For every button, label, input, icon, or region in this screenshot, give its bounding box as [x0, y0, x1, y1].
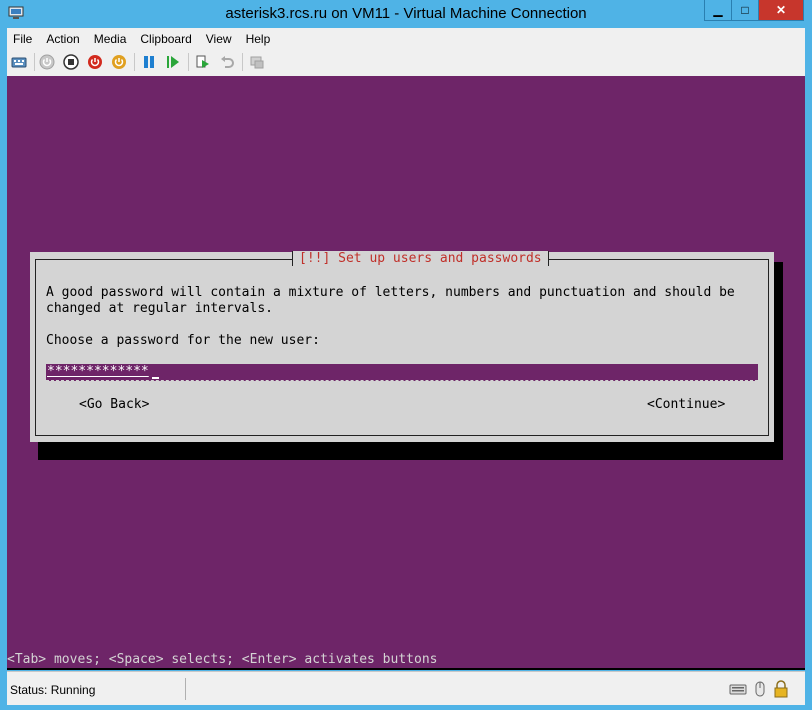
pause-button[interactable] [140, 53, 158, 71]
window-title: asterisk3.rcs.ru on VM11 - Virtual Machi… [225, 5, 587, 22]
menu-bar: File Action Media Clipboard View Help [7, 28, 805, 49]
shutdown-button[interactable] [86, 53, 104, 71]
revert-icon [221, 56, 234, 68]
pause-icon [144, 56, 154, 68]
mouse-status-icon [755, 681, 765, 697]
revert-button[interactable] [218, 53, 236, 71]
title-bar: asterisk3.rcs.ru on VM11 - Virtual Machi… [0, 0, 812, 28]
checkpoint-icon [196, 55, 209, 68]
menu-file[interactable]: File [7, 32, 40, 46]
vm-screen[interactable]: [!!] Set up users and passwords A good p… [7, 76, 805, 670]
menu-action[interactable]: Action [40, 32, 87, 46]
text-cursor [152, 377, 159, 379]
continue-button[interactable]: <Continue> [647, 397, 725, 413]
password-advice-line-1: A good password will contain a mixture o… [46, 285, 735, 300]
keyboard-icon [11, 57, 27, 68]
go-back-button[interactable]: <Go Back> [79, 397, 149, 413]
password-value: ************* [46, 364, 150, 380]
maximize-button[interactable]: □ [731, 0, 759, 21]
status-text: Status: Running [10, 683, 96, 697]
menu-clipboard[interactable]: Clipboard [134, 32, 199, 46]
shutdown-icon [88, 55, 102, 69]
lock-icon [774, 680, 788, 698]
menu-view[interactable]: View [200, 32, 240, 46]
screen-bottom-band [7, 668, 805, 670]
installer-dialog: [!!] Set up users and passwords A good p… [30, 251, 774, 442]
save-state-icon [112, 55, 126, 69]
enhanced-session-icon [250, 56, 264, 69]
keyboard-status-icon [729, 684, 747, 695]
stop-icon [63, 54, 79, 70]
keyboard-hint: <Tab> moves; <Space> selects; <Enter> ac… [7, 652, 438, 667]
close-button[interactable]: ✕ [758, 0, 804, 21]
turn-off-button[interactable] [62, 53, 80, 71]
ctrl-alt-del-button[interactable] [10, 53, 28, 71]
password-prompt: Choose a password for the new user: [46, 333, 320, 348]
dialog-title: [!!] Set up users and passwords [292, 251, 549, 266]
start-button[interactable] [38, 53, 56, 71]
resume-icon [167, 56, 179, 68]
minimize-button[interactable]: ▁ [704, 0, 732, 21]
toolbar [7, 49, 805, 77]
resume-button[interactable] [164, 53, 182, 71]
enhanced-session-button[interactable] [248, 53, 266, 71]
menu-help[interactable]: Help [240, 32, 279, 46]
status-bar: Status: Running [7, 671, 805, 705]
password-input[interactable]: ************* [46, 364, 758, 381]
checkpoint-button[interactable] [194, 53, 212, 71]
password-advice-line-2: changed at regular intervals. [46, 301, 273, 316]
save-button[interactable] [110, 53, 128, 71]
menu-media[interactable]: Media [88, 32, 135, 46]
power-disabled-icon [39, 54, 55, 70]
